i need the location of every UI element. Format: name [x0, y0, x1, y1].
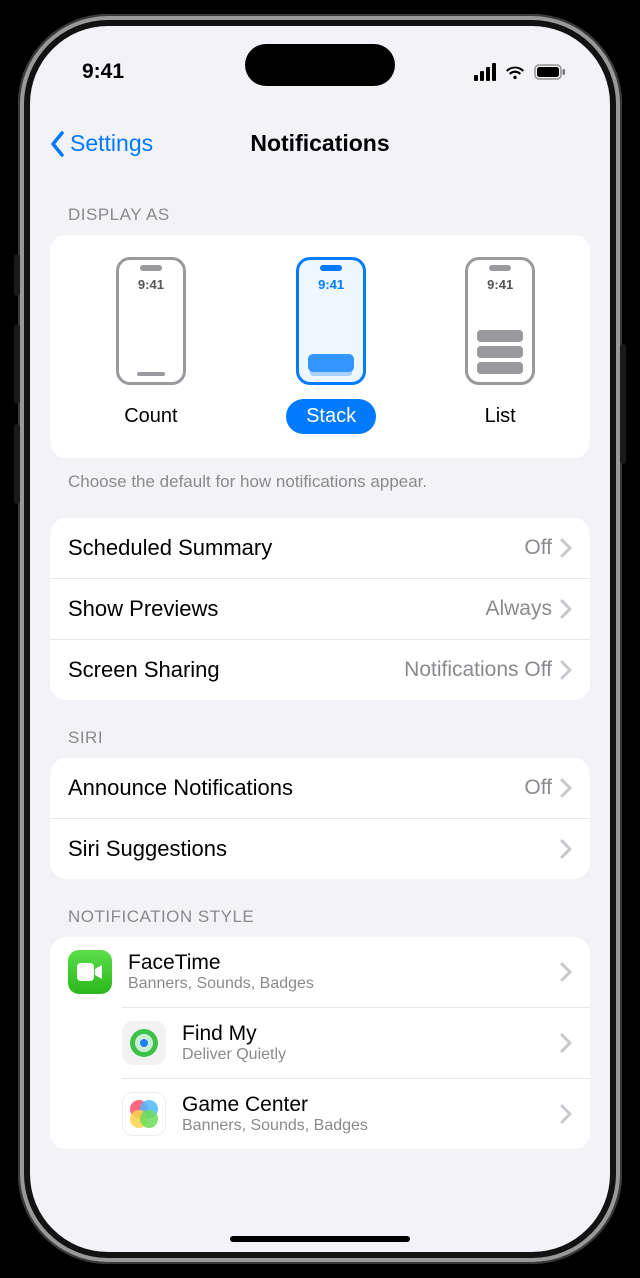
app-sub: Banners, Sounds, Badges [182, 1117, 368, 1135]
app-sub: Deliver Quietly [182, 1046, 286, 1064]
row-announce-notifications[interactable]: Announce Notifications Off [50, 758, 590, 818]
status-time: 9:41 [82, 60, 124, 84]
row-show-previews[interactable]: Show Previews Always [50, 578, 590, 639]
general-settings-card: Scheduled Summary Off Show Previews Alwa… [50, 518, 590, 700]
section-header-display-as: DISPLAY AS [50, 177, 590, 235]
display-option-label: Stack [286, 399, 376, 434]
dynamic-island [245, 44, 395, 86]
row-value: Notifications Off [404, 658, 552, 682]
find-my-icon [122, 1021, 166, 1065]
list-preview-icon: 9:41 [465, 257, 535, 385]
row-value: Always [485, 597, 552, 621]
siri-card: Announce Notifications Off Siri Suggesti… [50, 758, 590, 879]
chevron-right-icon [560, 1033, 572, 1053]
row-label: Announce Notifications [68, 775, 293, 801]
section-header-notification-style: NOTIFICATION STYLE [50, 879, 590, 937]
app-name: Game Center [182, 1093, 368, 1117]
chevron-right-icon [560, 839, 572, 859]
display-option-count[interactable]: 9:41 Count [104, 257, 197, 434]
chevron-right-icon [560, 778, 572, 798]
page-title: Notifications [250, 130, 389, 157]
display-option-label: List [465, 399, 536, 434]
chevron-right-icon [560, 599, 572, 619]
app-name: Find My [182, 1022, 286, 1046]
row-label: Scheduled Summary [68, 535, 272, 561]
chevron-right-icon [560, 660, 572, 680]
stack-preview-icon: 9:41 [296, 257, 366, 385]
row-label: Show Previews [68, 596, 218, 622]
chevron-right-icon [560, 1104, 572, 1124]
app-name: FaceTime [128, 951, 314, 975]
row-siri-suggestions[interactable]: Siri Suggestions [50, 818, 590, 879]
section-header-siri: SIRI [50, 700, 590, 758]
chevron-right-icon [560, 538, 572, 558]
row-value: Off [524, 536, 552, 560]
facetime-icon [68, 950, 112, 994]
display-option-stack[interactable]: 9:41 Stack [286, 257, 376, 434]
row-screen-sharing[interactable]: Screen Sharing Notifications Off [50, 639, 590, 700]
display-option-list[interactable]: 9:41 List [465, 257, 536, 434]
row-value: Off [524, 776, 552, 800]
back-button[interactable]: Settings [50, 130, 153, 157]
app-row-game-center[interactable]: Game Center Banners, Sounds, Badges [122, 1078, 590, 1149]
cellular-icon [474, 63, 496, 81]
home-indicator[interactable] [230, 1236, 410, 1242]
row-label: Siri Suggestions [68, 836, 227, 862]
section-footer-display-as: Choose the default for how notifications… [50, 458, 590, 500]
row-label: Screen Sharing [68, 657, 220, 683]
wifi-icon [504, 63, 526, 81]
app-row-find-my[interactable]: Find My Deliver Quietly [122, 1007, 590, 1078]
app-sub: Banners, Sounds, Badges [128, 975, 314, 993]
chevron-right-icon [560, 962, 572, 982]
display-option-label: Count [104, 399, 197, 434]
notification-style-card: FaceTime Banners, Sounds, Badges Find My… [50, 937, 590, 1149]
chevron-left-icon [50, 131, 66, 157]
battery-icon [534, 64, 566, 80]
app-row-facetime[interactable]: FaceTime Banners, Sounds, Badges [50, 937, 590, 1007]
display-as-card: 9:41 Count 9:41 Stack [50, 235, 590, 458]
game-center-icon [122, 1092, 166, 1136]
scroll-content[interactable]: DISPLAY AS 9:41 Count 9:41 [30, 177, 610, 1252]
back-label: Settings [70, 130, 153, 157]
nav-bar: Settings Notifications [30, 102, 610, 177]
row-scheduled-summary[interactable]: Scheduled Summary Off [50, 518, 590, 578]
count-preview-icon: 9:41 [116, 257, 186, 385]
